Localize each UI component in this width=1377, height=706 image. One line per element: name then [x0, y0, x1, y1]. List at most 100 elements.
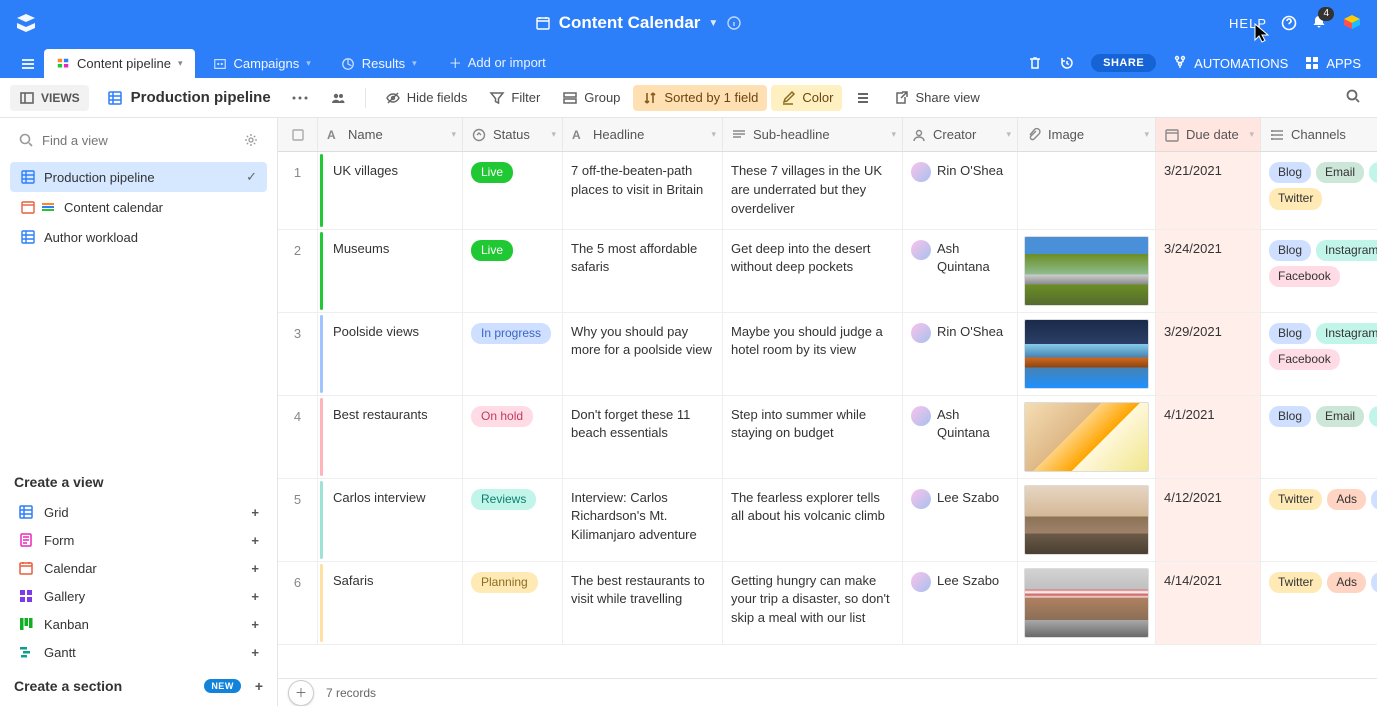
group-button[interactable]: Group	[553, 85, 629, 111]
cell-channels[interactable]: TwitterAdsBlog	[1261, 479, 1377, 561]
search-button[interactable]	[1339, 82, 1367, 113]
cell-image[interactable]	[1018, 152, 1156, 229]
image-thumbnail[interactable]	[1024, 485, 1149, 555]
cell-headline[interactable]: The best restaurants to visit while trav…	[563, 562, 723, 644]
sort-button[interactable]: Sorted by 1 field	[633, 85, 767, 111]
cell-creator[interactable]: Ash Quintana	[903, 396, 1018, 478]
cell-headline[interactable]: The 5 most affordable safaris	[563, 230, 723, 312]
table-row[interactable]: 4 Best restaurants On hold Don't forget …	[278, 396, 1377, 479]
sidebar-view-author-workload[interactable]: Author workload	[10, 222, 267, 252]
create-view-calendar[interactable]: Calendar+	[10, 554, 267, 582]
account-avatar[interactable]	[1341, 11, 1363, 36]
cell-subheadline[interactable]: The fearless explorer tells all about hi…	[723, 479, 903, 561]
table-row[interactable]: 1 UK villages Live 7 off-the-beaten-path…	[278, 152, 1377, 230]
cell-name[interactable]: UK villages	[325, 152, 463, 229]
notifications-button[interactable]: 4	[1311, 14, 1327, 33]
cell-due-date[interactable]: 4/1/2021	[1156, 396, 1261, 478]
grid-body[interactable]: 1 UK villages Live 7 off-the-beaten-path…	[278, 152, 1377, 678]
cell-status[interactable]: Reviews	[463, 479, 563, 561]
table-row[interactable]: 6 Safaris Planning The best restaurants …	[278, 562, 1377, 645]
apps-button[interactable]: APPS	[1304, 55, 1361, 71]
sidebar-view-content-calendar[interactable]: Content calendar	[10, 192, 267, 222]
cell-image[interactable]	[1018, 230, 1156, 312]
cell-status[interactable]: On hold	[463, 396, 563, 478]
cell-name[interactable]: Best restaurants	[325, 396, 463, 478]
column-header-image[interactable]: Image▾	[1018, 118, 1156, 151]
cell-name[interactable]: Museums	[325, 230, 463, 312]
column-header-name[interactable]: AName▾	[318, 118, 463, 151]
cell-subheadline[interactable]: Step into summer while staying on budget	[723, 396, 903, 478]
cell-image[interactable]	[1018, 562, 1156, 644]
create-section-row[interactable]: Create a section NEW +	[10, 666, 267, 698]
table-row[interactable]: 2 Museums Live The 5 most affordable saf…	[278, 230, 1377, 313]
history-icon[interactable]	[1059, 55, 1075, 71]
workspace-title-area[interactable]: Content Calendar ▼	[48, 13, 1229, 33]
info-icon[interactable]	[726, 15, 742, 31]
column-header-due[interactable]: Due date▾	[1156, 118, 1261, 151]
cell-creator[interactable]: Rin O'Shea	[903, 152, 1018, 229]
table-row[interactable]: 3 Poolside views In progress Why you sho…	[278, 313, 1377, 396]
cell-image[interactable]	[1018, 313, 1156, 395]
cell-headline[interactable]: Why you should pay more for a poolside v…	[563, 313, 723, 395]
cell-channels[interactable]: BlogEmailInstagram	[1261, 396, 1377, 478]
menu-button[interactable]	[12, 50, 44, 78]
cell-status[interactable]: Live	[463, 152, 563, 229]
gear-icon[interactable]	[243, 132, 259, 148]
cell-channels[interactable]: BlogInstagramTwitterFacebook	[1261, 313, 1377, 395]
create-view-form[interactable]: Form+	[10, 526, 267, 554]
cell-headline[interactable]: Don't forget these 11 beach essentials	[563, 396, 723, 478]
column-header-subhead[interactable]: Sub-headline▾	[723, 118, 903, 151]
cell-creator[interactable]: Rin O'Shea	[903, 313, 1018, 395]
table-tab-results[interactable]: Results▾	[329, 49, 429, 78]
column-header-channels[interactable]: Channels▾	[1261, 118, 1377, 151]
logo-icon[interactable]	[14, 11, 38, 35]
column-header-status[interactable]: Status▾	[463, 118, 563, 151]
cell-name[interactable]: Safaris	[325, 562, 463, 644]
image-thumbnail[interactable]	[1024, 568, 1149, 638]
hide-fields-button[interactable]: Hide fields	[376, 85, 477, 111]
cell-status[interactable]: In progress	[463, 313, 563, 395]
table-tab-campaigns[interactable]: Campaigns▾	[201, 49, 323, 78]
image-thumbnail[interactable]	[1024, 319, 1149, 389]
add-import-button[interactable]: ＋ Add or import	[439, 47, 556, 78]
table-tab-content-pipeline[interactable]: Content pipeline▾	[44, 49, 195, 78]
find-view-input[interactable]	[42, 133, 235, 148]
automations-button[interactable]: AUTOMATIONS	[1172, 55, 1288, 71]
color-button[interactable]: Color	[771, 85, 842, 111]
create-view-gallery[interactable]: Gallery+	[10, 582, 267, 610]
cell-status[interactable]: Live	[463, 230, 563, 312]
create-view-gantt[interactable]: Gantt+	[10, 638, 267, 666]
cell-creator[interactable]: Ash Quintana	[903, 230, 1018, 312]
cell-name[interactable]: Carlos interview	[325, 479, 463, 561]
help-icon[interactable]	[1281, 15, 1297, 31]
create-view-kanban[interactable]: Kanban+	[10, 610, 267, 638]
views-toggle-button[interactable]: VIEWS	[10, 85, 89, 111]
filter-button[interactable]: Filter	[480, 85, 549, 111]
cell-subheadline[interactable]: Get deep into the desert without deep po…	[723, 230, 903, 312]
table-row[interactable]: 5 Carlos interview Reviews Interview: Ca…	[278, 479, 1377, 562]
cell-subheadline[interactable]: Getting hungry can make your trip a disa…	[723, 562, 903, 644]
cell-due-date[interactable]: 4/12/2021	[1156, 479, 1261, 561]
cell-due-date[interactable]: 3/21/2021	[1156, 152, 1261, 229]
current-view-name[interactable]: Production pipeline	[99, 85, 279, 110]
column-header-creator[interactable]: Creator▾	[903, 118, 1018, 151]
cell-image[interactable]	[1018, 396, 1156, 478]
trash-icon[interactable]	[1027, 55, 1043, 71]
cell-image[interactable]	[1018, 479, 1156, 561]
cell-subheadline[interactable]: Maybe you should judge a hotel room by i…	[723, 313, 903, 395]
column-header-headline[interactable]: AHeadline▾	[563, 118, 723, 151]
cell-creator[interactable]: Lee Szabo	[903, 479, 1018, 561]
collaborators-button[interactable]	[321, 85, 355, 111]
image-thumbnail[interactable]	[1024, 236, 1149, 306]
share-button[interactable]: SHARE	[1091, 54, 1156, 72]
cell-headline[interactable]: 7 off-the-beaten-path places to visit in…	[563, 152, 723, 229]
cell-name[interactable]: Poolside views	[325, 313, 463, 395]
cell-channels[interactable]: TwitterAdsBlog	[1261, 562, 1377, 644]
view-options-button[interactable]	[283, 91, 317, 105]
cell-subheadline[interactable]: These 7 villages in the UK are underrate…	[723, 152, 903, 229]
cell-due-date[interactable]: 3/24/2021	[1156, 230, 1261, 312]
row-height-button[interactable]	[846, 85, 880, 111]
add-row-button[interactable]: ＋	[288, 680, 314, 706]
image-thumbnail[interactable]	[1024, 402, 1149, 472]
cell-due-date[interactable]: 4/14/2021	[1156, 562, 1261, 644]
